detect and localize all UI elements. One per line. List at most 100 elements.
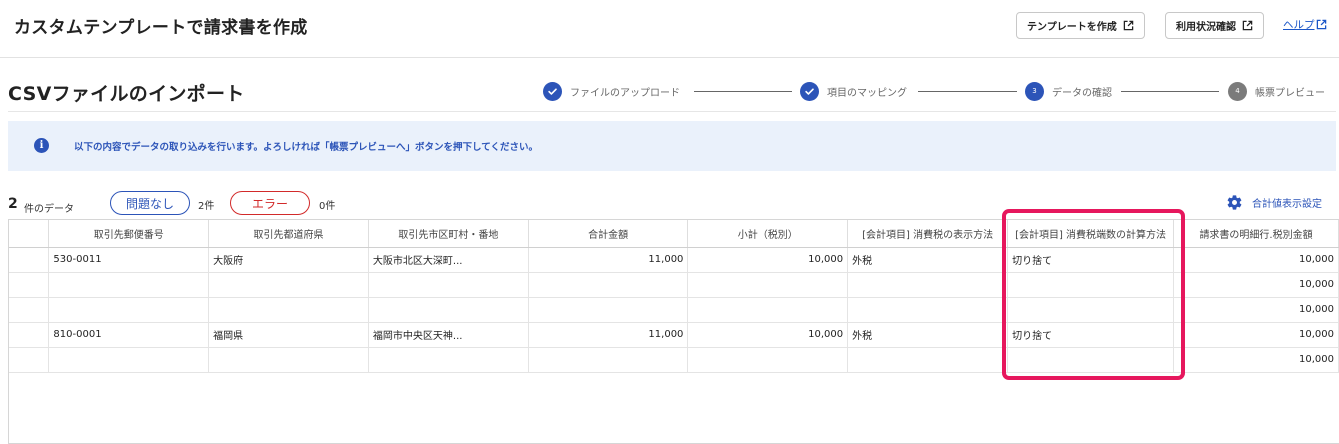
info-banner: i 以下の内容でデータの取り込みを行います。よろしければ「帳票プレビューへ」ボタ… [8,121,1336,171]
table-cell: 切り捨て [1007,247,1175,273]
table-cell [48,347,210,373]
table-cell [1007,297,1175,323]
table-header-row: 取引先郵便番号 取引先都道府県 取引先市区町村・番地 合計金額 小計（税別） [… [9,220,1339,248]
table-cell [48,297,210,323]
column-header[interactable]: 取引先市区町村・番地 [368,220,529,248]
table-cell [528,272,689,298]
help-label: ヘルプ [1283,19,1315,31]
table-cell: 大阪市北区大深町... [368,247,529,273]
table-cell [9,347,50,373]
table-cell: 10,000 [1173,297,1339,323]
table-cell [528,347,689,373]
filter-errors-button[interactable]: エラー [230,191,310,215]
create-template-button[interactable]: テンプレートを作成 [1016,12,1145,39]
usage-status-label: 利用状況確認 [1176,22,1236,33]
step-field-mapping: 項目のマッピング [800,81,907,101]
step-connector [918,91,1017,92]
step-file-upload: ファイルのアップロード [543,81,680,101]
record-count-label: 件のデータ [24,204,74,215]
external-link-icon [1123,20,1133,31]
table-row[interactable]: 10,000 [9,272,1339,298]
table-cell [368,297,529,323]
step-connector [694,91,792,92]
table-cell: 切り捨て [1007,322,1175,348]
create-template-label: テンプレートを作成 [1027,22,1117,33]
column-header[interactable]: 小計（税別） [687,220,849,248]
table-cell [687,297,849,323]
table-cell [9,322,50,348]
table-cell [368,347,529,373]
table-cell: 10,000 [1173,247,1339,273]
table-cell: 11,000 [528,322,689,348]
total-display-settings-label: 合計値表示設定 [1252,199,1322,210]
table-cell: 10,000 [1173,322,1339,348]
step-label: 項目のマッピング [827,87,907,99]
table-cell [687,347,849,373]
table-row[interactable]: 10,000 [9,347,1339,373]
table-cell: 外税 [847,322,1009,348]
table-cell [847,297,1009,323]
table-cell [208,297,369,323]
data-table-container: 取引先郵便番号 取引先都道府県 取引先市区町村・番地 合計金額 小計（税別） [… [8,219,1339,444]
table-cell [9,247,50,273]
table-cell: 10,000 [687,322,849,348]
table-row[interactable]: 530-0011 大阪府 大阪市北区大深町... 11,000 10,000 外… [9,247,1339,273]
table-cell [208,347,369,373]
step-number-badge: 3 [1025,81,1044,101]
table-cell: 810-0001 [48,322,210,348]
column-header [9,220,50,248]
table-cell: 10,000 [1173,347,1339,373]
table-cell: 11,000 [528,247,689,273]
table-cell [1007,347,1175,373]
check-circle-icon [800,81,819,101]
table-row[interactable]: 10,000 [9,297,1339,323]
table-cell [687,272,849,298]
table-cell: 外税 [847,247,1009,273]
column-header[interactable]: [会計項目] 消費税端数の計算方法 [1007,220,1175,248]
info-message: 以下の内容でデータの取り込みを行います。よろしければ「帳票プレビューへ」ボタンを… [74,142,538,153]
table-cell: 530-0011 [48,247,210,273]
info-icon: i [34,138,49,153]
column-header[interactable]: [会計項目] 消費税の表示方法 [847,220,1009,248]
column-header[interactable]: 合計金額 [528,220,689,248]
table-cell [208,272,369,298]
table-row[interactable]: 810-0001 福岡県 福岡市中央区天神... 11,000 10,000 外… [9,322,1339,348]
column-header[interactable]: 請求書の明細行.税別金額 [1173,220,1339,248]
step-label: ファイルのアップロード [570,87,680,99]
step-label: データの確認 [1052,87,1112,99]
step-label: 帳票プレビュー [1255,87,1325,99]
app-title: カスタムテンプレートで請求書を作成 [14,18,308,38]
external-link-icon [1316,19,1326,30]
no-issues-count: 2件 [198,201,215,212]
step-connector [1121,91,1219,92]
table-cell: 10,000 [1173,272,1339,298]
column-header[interactable]: 取引先都道府県 [208,220,369,248]
table-cell [847,272,1009,298]
usage-status-button[interactable]: 利用状況確認 [1165,12,1264,39]
filter-no-issues-button[interactable]: 問題なし [110,191,190,215]
table-cell [528,297,689,323]
step-form-preview: 4 帳票プレビュー [1228,81,1325,101]
table-cell: 10,000 [687,247,849,273]
divider [8,111,1336,112]
table-cell [368,272,529,298]
total-display-settings-button[interactable]: 合計値表示設定 [1226,194,1322,211]
record-count: 2 [8,196,18,212]
table-cell: 福岡市中央区天神... [368,322,529,348]
table-cell [9,272,50,298]
top-bar: カスタムテンプレートで請求書を作成 テンプレートを作成 利用状況確認 ヘルプ [0,0,1339,58]
step-number-badge: 4 [1228,81,1247,101]
table-cell [48,272,210,298]
gear-icon [1227,195,1242,210]
column-header[interactable]: 取引先郵便番号 [48,220,210,248]
error-count: 0件 [319,201,336,212]
error-label: エラー [251,196,288,211]
table-cell: 福岡県 [208,322,369,348]
page-title: CSVファイルのインポート [8,83,245,105]
table-cell: 大阪府 [208,247,369,273]
check-circle-icon [543,81,562,101]
step-data-confirmation: 3 データの確認 [1025,81,1112,101]
help-link[interactable]: ヘルプ [1283,17,1327,32]
table-cell [847,347,1009,373]
table-cell [9,297,50,323]
